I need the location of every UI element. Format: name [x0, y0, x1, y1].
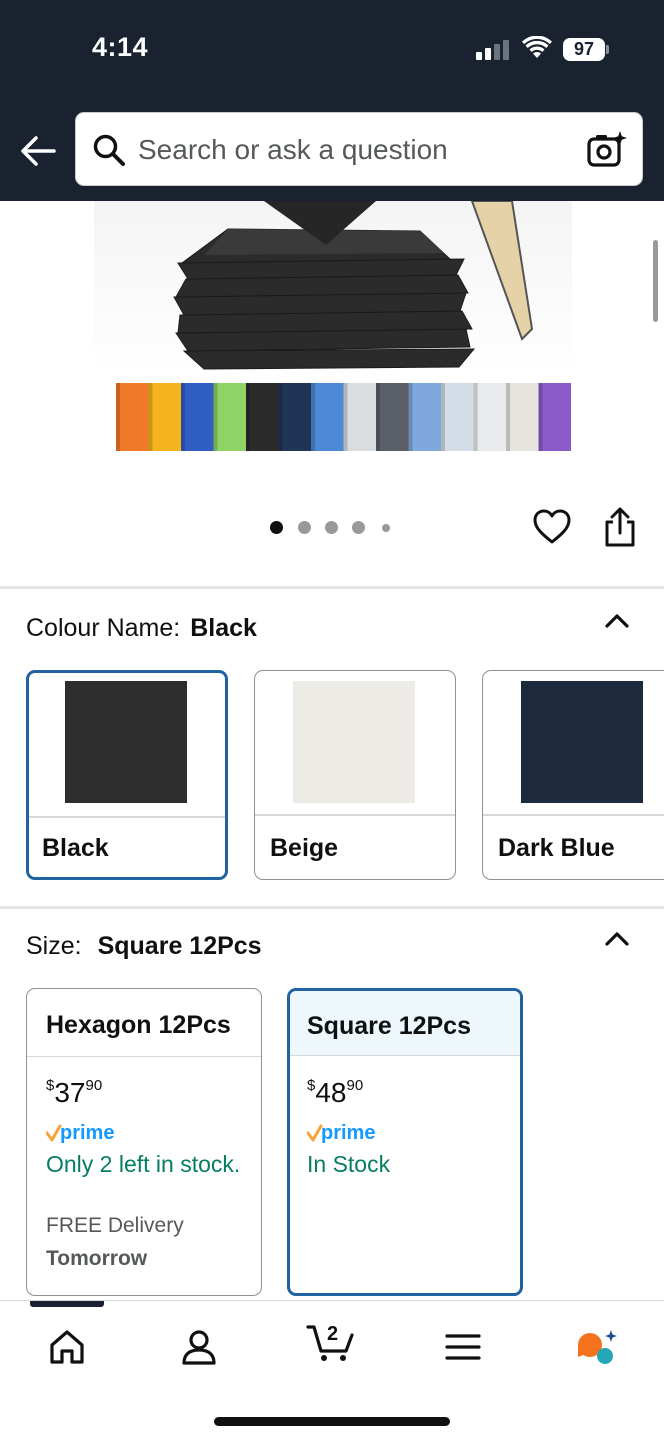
size-option-square[interactable]: Square 12Pcs $4890 prime In Stock — [287, 988, 523, 1296]
strip-swatch-shade — [148, 383, 153, 451]
prime-badge-icon: prime — [307, 1122, 375, 1144]
strip-swatch-shade — [116, 383, 120, 451]
chevron-up-icon[interactable] — [603, 928, 631, 948]
colour-thumbnail — [293, 681, 415, 803]
search-input[interactable] — [138, 131, 568, 169]
strip-swatch — [441, 383, 474, 451]
colour-option-beige[interactable]: Beige — [254, 670, 456, 880]
prime-badge-icon: prime — [46, 1122, 114, 1144]
back-arrow-icon[interactable] — [18, 132, 58, 170]
colour-option-label: Beige — [270, 834, 339, 862]
strip-swatch — [116, 383, 149, 451]
product-photo — [94, 201, 572, 463]
colour-option-label: Black — [42, 834, 109, 862]
strip-swatch-shade — [311, 383, 315, 451]
strip-swatch — [473, 383, 506, 451]
strip-swatch — [538, 383, 571, 451]
size-option-title: Hexagon 12Pcs — [27, 989, 261, 1057]
battery-nub — [606, 45, 609, 54]
strip-swatch-shade — [343, 383, 348, 451]
strip-swatch-shade — [181, 383, 185, 451]
signal-icon — [476, 40, 510, 60]
nav-active-indicator — [30, 1301, 104, 1307]
strip-swatch — [278, 383, 311, 451]
strip-swatch-shade — [213, 383, 218, 451]
search-box[interactable] — [75, 112, 643, 186]
battery-icon: 97 — [563, 38, 605, 61]
pager-dot[interactable] — [298, 521, 311, 534]
stock-status: In Stock — [307, 1151, 391, 1177]
strip-swatch-shade — [376, 383, 380, 451]
strip-swatch-shade — [473, 383, 478, 451]
home-indicator — [214, 1417, 450, 1426]
strip-swatch — [246, 383, 279, 451]
price: $3790 — [46, 1077, 103, 1108]
strip-swatch — [376, 383, 409, 451]
divider — [0, 906, 664, 909]
cart-icon[interactable]: 2 — [306, 1321, 356, 1363]
status-time: 4:14 — [92, 32, 149, 62]
strip-swatch — [213, 383, 246, 451]
strip-swatch-shade — [506, 383, 510, 451]
size-label: Size: Square 12Pcs — [26, 932, 262, 960]
strip-swatch — [148, 383, 181, 451]
svg-text:prime: prime — [321, 1122, 375, 1144]
image-pager-dots[interactable] — [270, 518, 400, 538]
strip-swatch — [408, 383, 441, 451]
divider — [29, 816, 225, 818]
wifi-icon — [522, 36, 552, 58]
size-option-title: Square 12Pcs — [290, 991, 520, 1056]
size-option-hexagon[interactable]: Hexagon 12Pcs $3790 prime Only 2 left in… — [26, 988, 262, 1296]
delivery-day: Tomorrow — [46, 1247, 148, 1270]
colour-option-dark-blue[interactable]: Dark Blue — [482, 670, 664, 880]
pager-dot[interactable] — [382, 524, 390, 532]
camera-sparkle-icon[interactable] — [586, 129, 628, 169]
home-icon[interactable] — [47, 1327, 87, 1367]
strip-swatch-shade — [246, 383, 250, 451]
colour-thumbnail — [65, 681, 187, 803]
colour-name-label: Colour Name: Black — [26, 614, 257, 642]
divider — [0, 586, 664, 589]
pager-dot[interactable] — [352, 521, 365, 534]
divider — [255, 814, 455, 816]
colour-thumbnail — [521, 681, 643, 803]
menu-icon[interactable] — [443, 1327, 483, 1367]
bottom-nav: 2 — [0, 1300, 664, 1440]
pager-dot[interactable] — [270, 521, 283, 534]
colour-option-label: Dark Blue — [498, 834, 615, 862]
product-image[interactable] — [94, 201, 572, 463]
colour-option-black[interactable]: Black — [26, 670, 228, 880]
account-icon[interactable] — [179, 1327, 219, 1367]
cart-count: 2 — [327, 1323, 338, 1345]
colour-strip — [116, 383, 571, 451]
scrollbar[interactable] — [653, 240, 658, 322]
pager-dot[interactable] — [325, 521, 338, 534]
strip-swatch — [343, 383, 376, 451]
search-icon — [93, 134, 125, 166]
delivery-text: FREE Delivery — [46, 1214, 184, 1237]
strip-swatch — [181, 383, 214, 451]
strip-swatch-shade — [441, 383, 445, 451]
colour-selected-value: Black — [190, 614, 257, 642]
heart-icon[interactable] — [532, 508, 572, 546]
size-selected-value: Square 12Pcs — [97, 932, 262, 960]
rufus-icon[interactable] — [574, 1327, 618, 1367]
strip-swatch-shade — [278, 383, 283, 451]
strip-swatch — [311, 383, 344, 451]
svg-text:prime: prime — [60, 1122, 114, 1144]
strip-swatch-shade — [538, 383, 543, 451]
divider — [483, 814, 664, 816]
strip-swatch-shade — [408, 383, 413, 451]
price: $4890 — [307, 1077, 364, 1108]
chevron-up-icon[interactable] — [603, 610, 631, 630]
share-icon[interactable] — [602, 506, 638, 548]
strip-swatch — [506, 383, 539, 451]
header: 4:14 97 — [0, 0, 664, 201]
stock-status: Only 2 left in stock. — [46, 1151, 241, 1177]
